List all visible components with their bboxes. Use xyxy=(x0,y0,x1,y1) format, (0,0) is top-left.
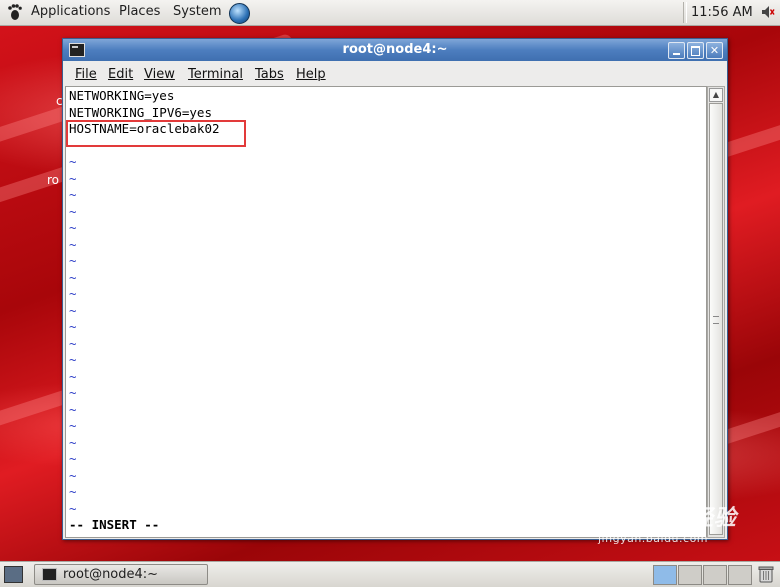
minimize-button[interactable] xyxy=(668,42,685,59)
menu-view[interactable]: View xyxy=(144,67,175,82)
vim-empty-line-tilde: ~ xyxy=(69,335,77,351)
vim-empty-line-tilde: ~ xyxy=(69,154,77,169)
top-panel: Applications Places System 11:56 AM xyxy=(0,0,780,26)
watermark-logo: Bai du 经验 xyxy=(598,506,737,531)
gnome-foot-icon[interactable] xyxy=(6,3,24,21)
maximize-button[interactable] xyxy=(687,42,704,59)
vim-empty-line-tilde: ~ xyxy=(69,220,77,235)
menu-terminal[interactable]: Terminal xyxy=(188,67,243,82)
trash-icon[interactable] xyxy=(758,565,774,583)
panel-separator xyxy=(683,2,687,23)
vim-empty-line-tilde: ~ xyxy=(69,418,77,433)
vim-empty-line-tilde: ~ xyxy=(69,236,77,252)
vim-empty-line-tilde: ~ xyxy=(69,434,77,450)
watermark-url: jingyan.baidu.com xyxy=(598,532,709,545)
menu-places[interactable]: Places xyxy=(119,4,160,19)
vim-empty-line-tilde: ~ xyxy=(69,319,77,334)
vim-empty-line-tilde: ~ xyxy=(69,451,77,466)
close-icon: ✕ xyxy=(709,44,720,57)
vim-empty-line-tilde: ~ xyxy=(69,368,77,384)
scrollbar-grip-icon xyxy=(713,316,719,324)
file-line: NETWORKING=yes xyxy=(69,88,175,103)
vim-empty-line-tilde: ~ xyxy=(69,500,77,516)
terminal-text: NETWORKING=yes NETWORKING_IPV6=yes HOSTN… xyxy=(69,88,220,517)
volume-icon[interactable] xyxy=(761,5,775,19)
vim-empty-line-tilde: ~ xyxy=(69,352,77,367)
vim-empty-line-tilde: ~ xyxy=(69,253,77,268)
vim-empty-line-tilde: ~ xyxy=(69,286,77,301)
taskbar-button-terminal[interactable]: root@node4:~ xyxy=(34,564,208,585)
scroll-up-arrow-icon[interactable]: ▲ xyxy=(709,88,723,102)
menu-edit[interactable]: Edit xyxy=(108,67,133,82)
hostname-highlight-box xyxy=(66,120,246,147)
file-line: NETWORKING_IPV6=yes xyxy=(69,104,212,120)
vim-empty-line-tilde: ~ xyxy=(69,203,77,219)
terminal-area[interactable]: NETWORKING=yes NETWORKING_IPV6=yes HOSTN… xyxy=(65,86,707,538)
watermark: Bai du 经验 jingyan.baidu.com xyxy=(598,500,737,545)
vim-empty-line-tilde: ~ xyxy=(69,269,77,285)
vim-empty-line-tilde: ~ xyxy=(69,467,77,483)
globe-icon[interactable] xyxy=(229,3,250,24)
workspace-1[interactable] xyxy=(653,565,677,585)
taskbar-label: root@node4:~ xyxy=(63,567,159,582)
menu-help[interactable]: Help xyxy=(296,67,326,82)
vertical-scrollbar[interactable]: ▲ xyxy=(707,86,725,538)
menu-system[interactable]: System xyxy=(173,4,221,19)
scrollbar-thumb[interactable] xyxy=(709,103,723,535)
vim-empty-line-tilde: ~ xyxy=(69,302,77,318)
clock[interactable]: 11:56 AM xyxy=(691,5,753,20)
vim-empty-line-tilde: ~ xyxy=(69,484,77,499)
workspace-4[interactable] xyxy=(728,565,752,585)
menu-file[interactable]: File xyxy=(75,67,97,82)
terminal-window: root@node4:~ ✕ File Edit View Terminal T… xyxy=(62,38,728,540)
window-title: root@node4:~ xyxy=(342,42,448,57)
maximize-icon xyxy=(691,46,700,56)
workspace-2[interactable] xyxy=(678,565,702,585)
window-titlebar[interactable]: root@node4:~ ✕ xyxy=(63,39,727,61)
menu-applications[interactable]: Applications xyxy=(31,4,110,19)
workspace-3[interactable] xyxy=(703,565,727,585)
bottom-panel: root@node4:~ xyxy=(0,561,780,587)
desktop-icon-label-fragment: ro xyxy=(47,173,60,187)
menu-tabs[interactable]: Tabs xyxy=(255,67,284,82)
terminal-icon xyxy=(42,568,57,581)
vim-mode-line: -- INSERT -- xyxy=(69,517,160,532)
vim-empty-line-tilde: ~ xyxy=(69,401,77,417)
minimize-icon xyxy=(673,53,680,55)
vim-empty-line-tilde: ~ xyxy=(69,187,77,202)
show-desktop-icon[interactable] xyxy=(4,566,23,583)
vim-empty-line-tilde: ~ xyxy=(69,385,77,400)
vim-empty-line-tilde: ~ xyxy=(69,170,77,186)
close-button[interactable]: ✕ xyxy=(706,42,723,59)
window-menubar: File Edit View Terminal Tabs Help xyxy=(63,61,727,87)
